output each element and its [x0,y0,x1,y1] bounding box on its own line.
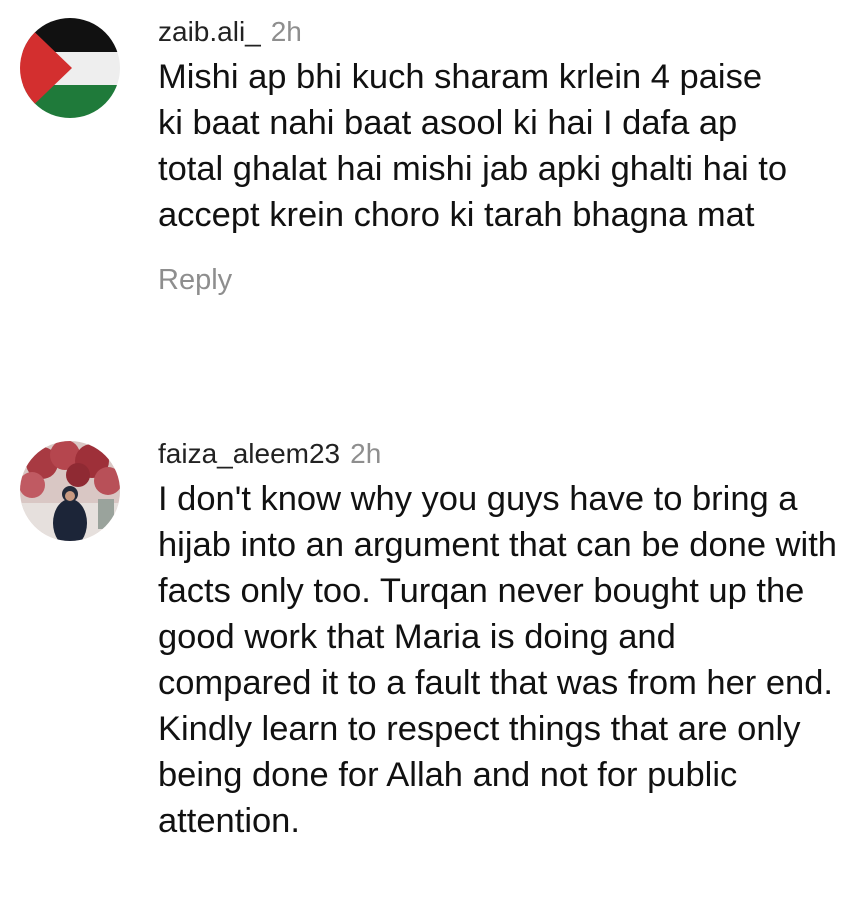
comment-header: zaib.ali_ 2h [158,14,838,50]
comment-body: zaib.ali_ 2h Mishi ap bhi kuch sharam krl… [158,14,838,297]
profile-photo-icon [20,441,120,541]
avatar[interactable] [20,18,120,118]
comment-header: faiza_aleem23 2h [158,436,838,472]
timestamp: 2h [350,438,382,469]
comment-text: I don't know why you guys have to bring … [158,480,837,840]
reply-button[interactable]: Reply [158,264,232,297]
comment-body: faiza_aleem23 2h I don't know why you guy… [158,436,838,844]
username[interactable]: zaib.ali_ [158,16,261,47]
timestamp: 2h [270,16,302,47]
palestine-flag-icon [20,18,120,118]
avatar[interactable] [20,441,120,541]
username[interactable]: faiza_aleem23 [158,438,340,469]
comment-text: Mishi ap bhi kuch sharam krlein 4 paise … [158,58,788,234]
